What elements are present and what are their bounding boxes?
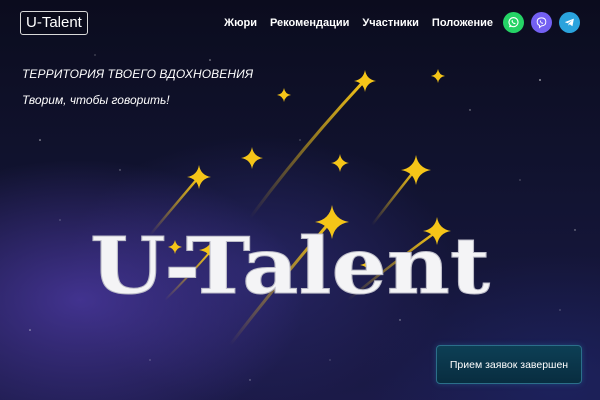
applications-closed-label: Прием заявок завершен [449, 358, 569, 371]
sparkle-star [431, 69, 445, 83]
shooting-star-tail [370, 168, 417, 227]
hero-brand-title: U-Talent [90, 221, 490, 312]
sparkle-star [277, 88, 291, 102]
sparkle-star [331, 154, 349, 172]
page: U-Talent Жюри Рекомендации Участники Пол… [0, 0, 600, 400]
hero-illustration: U-Talent [90, 69, 490, 347]
shooting-star-tail [248, 79, 366, 220]
sparkle-star [241, 147, 263, 169]
applications-closed-button[interactable]: Прием заявок завершен [436, 345, 582, 384]
